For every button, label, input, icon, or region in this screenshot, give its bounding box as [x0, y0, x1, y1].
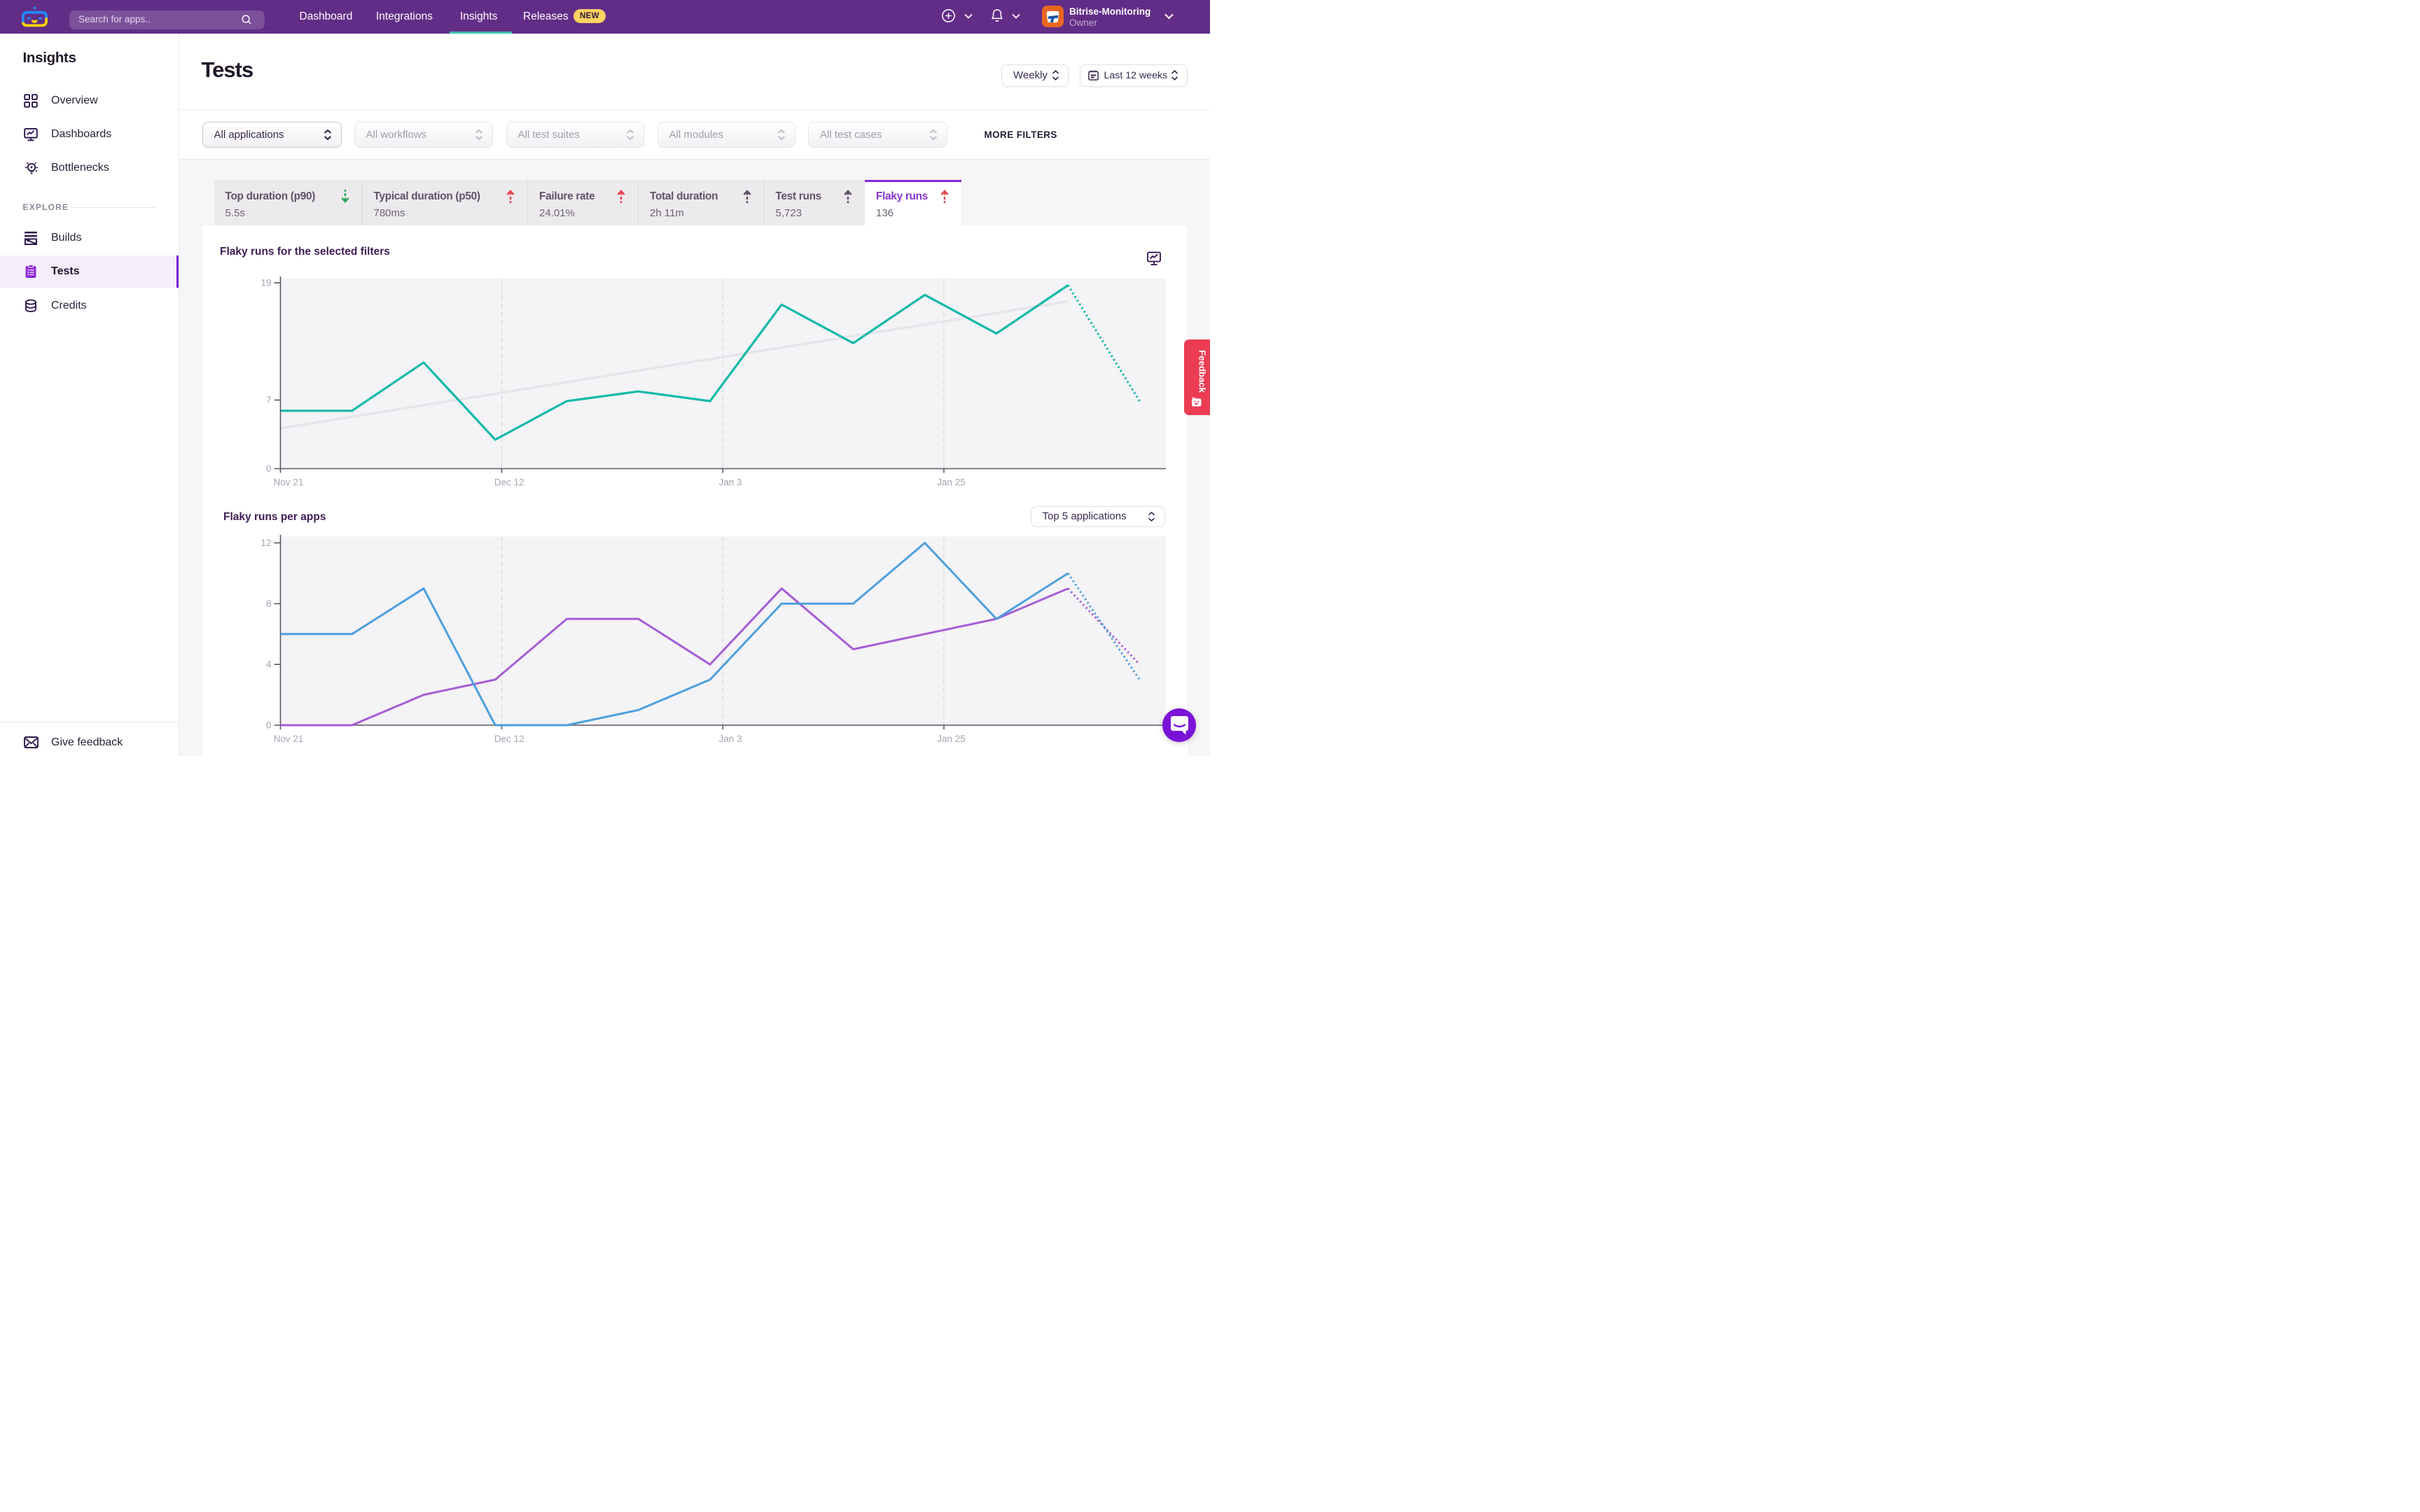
svg-text:4: 4: [265, 659, 271, 670]
svg-text:Dec 12: Dec 12: [494, 734, 524, 744]
svg-text:Nov 21: Nov 21: [273, 477, 303, 488]
svg-text:0: 0: [265, 463, 271, 474]
svg-text:19: 19: [260, 278, 271, 288]
svg-text:Jan 25: Jan 25: [937, 477, 966, 488]
svg-text:0: 0: [265, 720, 271, 731]
svg-text:8: 8: [265, 598, 271, 609]
svg-text:7: 7: [265, 395, 271, 405]
svg-text:12: 12: [260, 538, 271, 548]
svg-text:Dec 12: Dec 12: [494, 477, 524, 488]
svg-text:Jan 3: Jan 3: [718, 477, 742, 488]
svg-text:Nov 21: Nov 21: [273, 734, 303, 744]
svg-text:Jan 3: Jan 3: [718, 734, 742, 744]
svg-text:Jan 25: Jan 25: [937, 734, 966, 744]
